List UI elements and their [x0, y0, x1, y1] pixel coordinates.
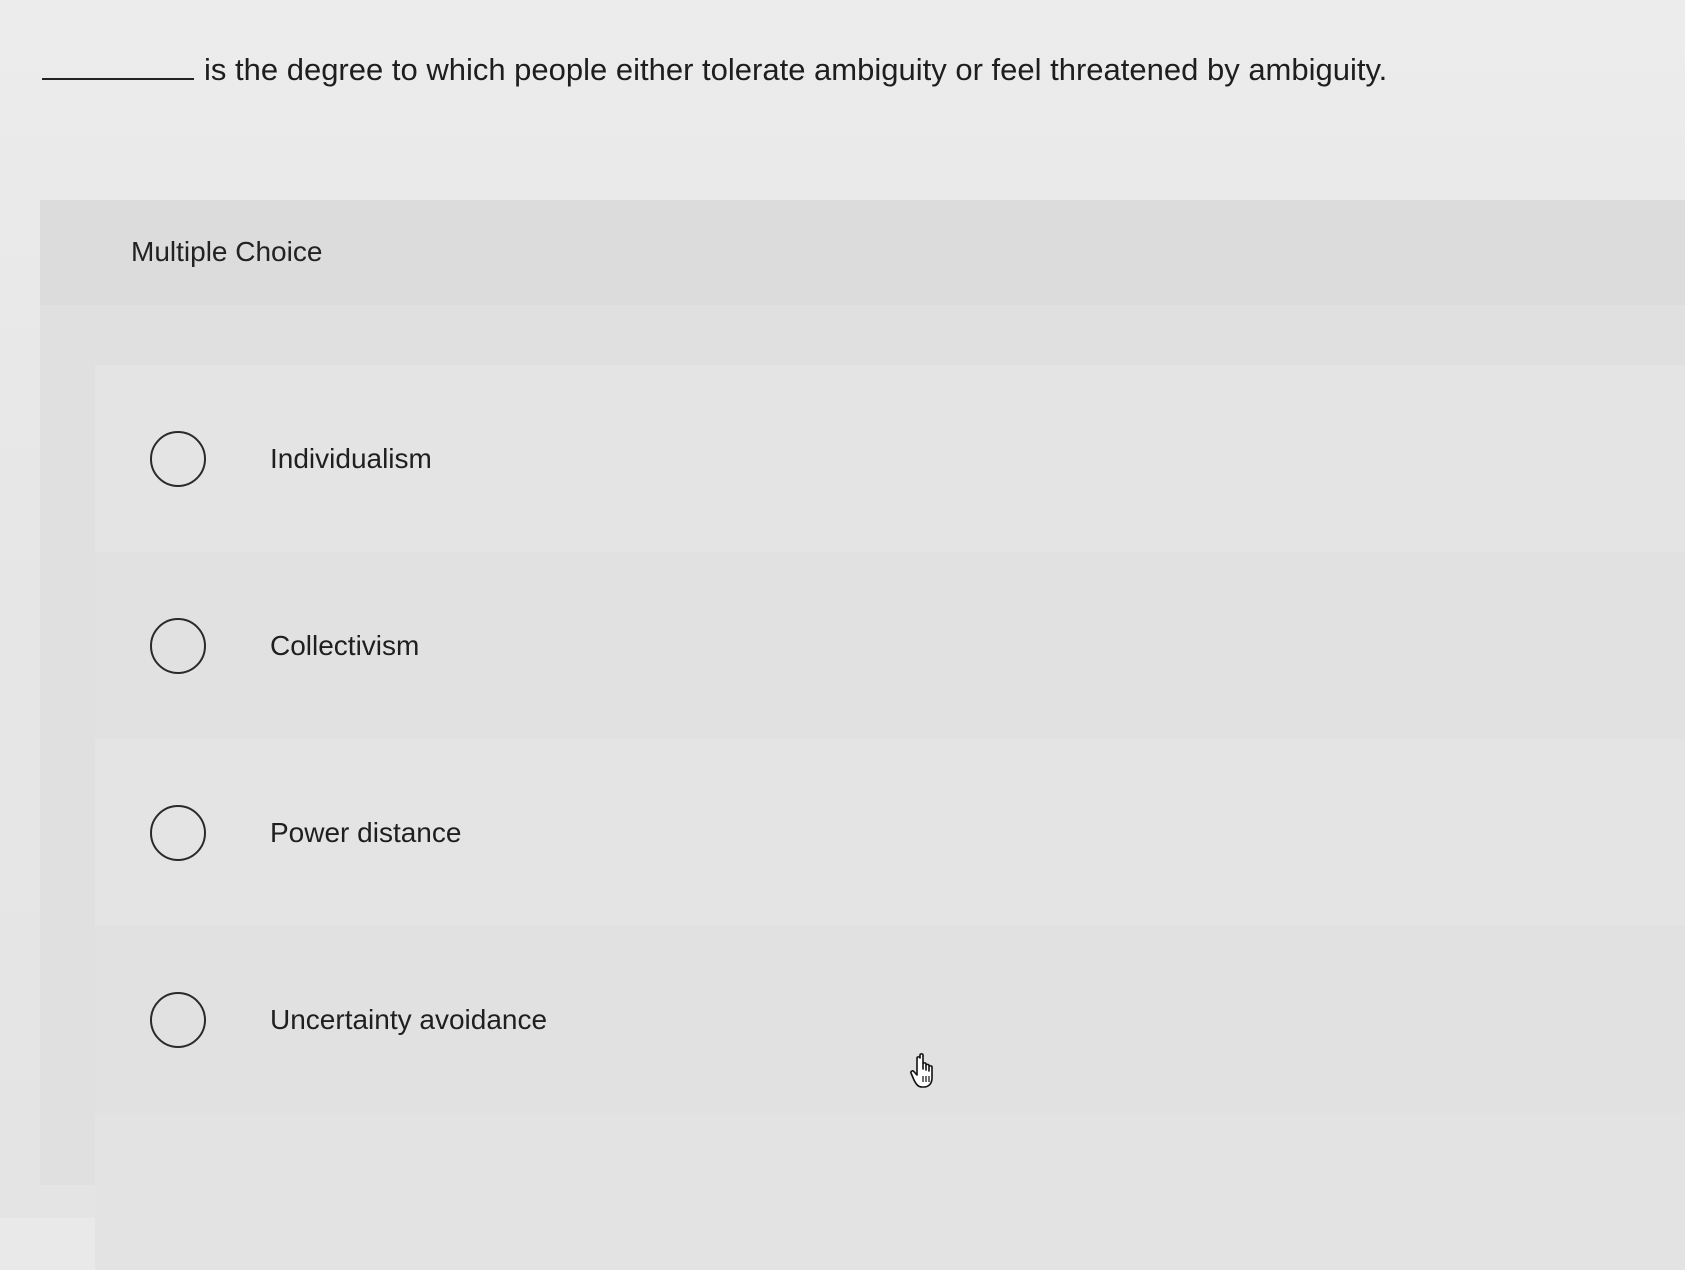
radio-button[interactable]	[150, 430, 206, 487]
option-collectivism[interactable]: Collectivism	[95, 552, 1685, 739]
option-label: Individualism	[270, 442, 432, 474]
answer-panel: Multiple Choice Individualism Collectivi…	[40, 200, 1685, 1270]
option-label: Uncertainty avoidance	[270, 1003, 548, 1035]
option-uncertainty-avoidance[interactable]: Uncertainty avoidance	[95, 926, 1685, 1113]
option-individualism[interactable]: Individualism	[95, 365, 1685, 552]
panel-header: Multiple Choice	[40, 200, 1685, 305]
radio-button[interactable]	[150, 804, 206, 861]
hand-pointer-icon	[910, 1053, 933, 1088]
options-list: Individualism Collectivism Power distanc…	[95, 365, 1685, 1270]
quiz-page: is the degree to which people either tol…	[0, 0, 1685, 1270]
question-type-label: Multiple Choice	[131, 236, 323, 267]
option-label: Power distance	[270, 816, 462, 848]
option-power-distance[interactable]: Power distance	[95, 739, 1685, 926]
radio-button[interactable]	[150, 991, 206, 1048]
question-text: is the degree to which people either tol…	[204, 52, 1388, 87]
radio-button[interactable]	[150, 617, 206, 674]
answer-blank	[42, 52, 194, 80]
option-label: Collectivism	[270, 629, 420, 661]
question-prompt: is the degree to which people either tol…	[42, 48, 1602, 92]
